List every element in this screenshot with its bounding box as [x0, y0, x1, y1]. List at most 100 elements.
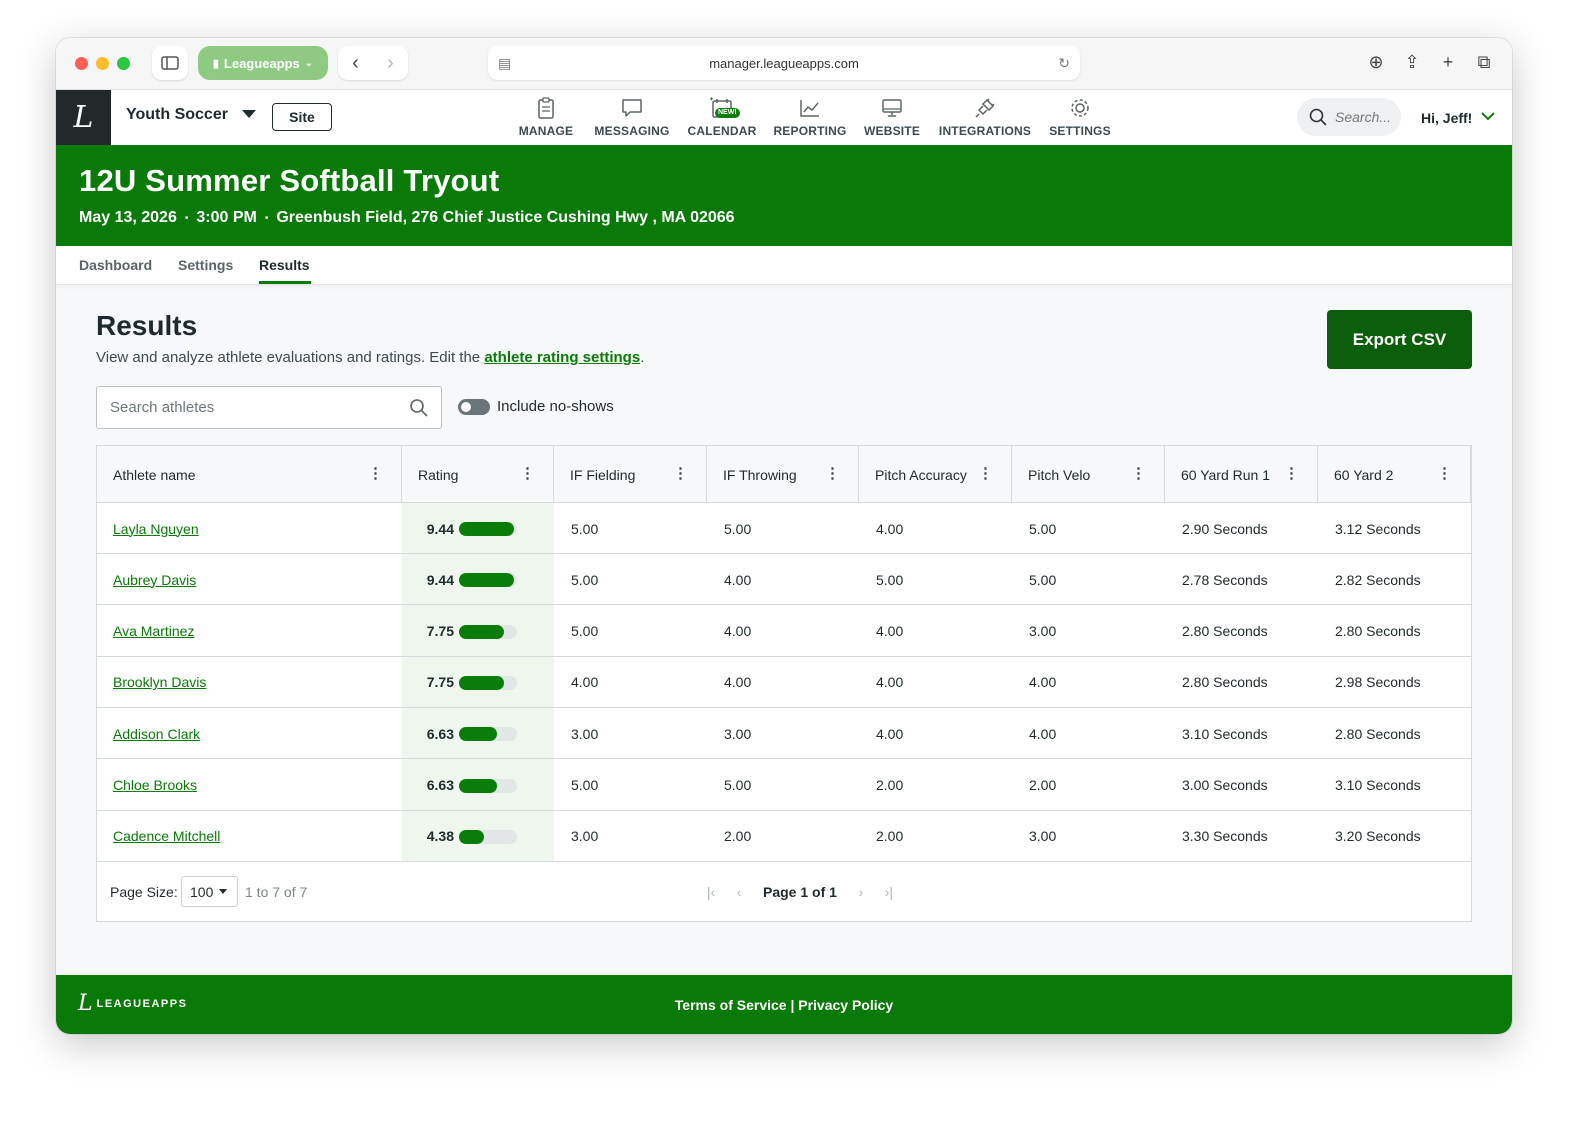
- url-text: manager.leagueapps.com: [709, 55, 859, 71]
- column-header-if-throwing[interactable]: IF Throwing ⋮: [707, 446, 859, 503]
- rating-value: 9.44: [426, 571, 454, 588]
- rating-bar-fill: [459, 727, 498, 742]
- svg-text:✦: ✦: [709, 97, 714, 103]
- column-menu-icon[interactable]: ⋮: [520, 466, 535, 481]
- zoom-window-button[interactable]: [117, 57, 130, 70]
- org-switcher-label[interactable]: Youth Soccer: [126, 106, 228, 124]
- export-csv-button[interactable]: Export CSV: [1327, 310, 1472, 369]
- forward-icon[interactable]: ›: [387, 52, 394, 75]
- column-header-60-yard-run-1[interactable]: 60 Yard Run 1 ⋮: [1165, 446, 1318, 503]
- description-text: View and analyze athlete evaluations and…: [96, 349, 485, 366]
- chevron-down-icon[interactable]: [1480, 108, 1496, 124]
- site-button[interactable]: Site: [272, 103, 332, 131]
- cell-pitch-velo: 5.00: [1029, 520, 1057, 537]
- athlete-name-link[interactable]: Chloe Brooks: [113, 777, 197, 793]
- page-size-value: 100: [190, 883, 214, 900]
- include-no-shows-toggle[interactable]: [458, 399, 490, 415]
- athlete-name-link[interactable]: Aubrey Davis: [113, 572, 196, 588]
- column-menu-icon[interactable]: ⋮: [368, 466, 383, 481]
- close-window-button[interactable]: [75, 57, 88, 70]
- tab-dashboard[interactable]: Dashboard: [79, 257, 152, 273]
- column-label: Rating: [418, 466, 459, 483]
- footer-links[interactable]: Terms of Service | Privacy Policy: [56, 997, 1512, 1013]
- user-menu[interactable]: Hi, Jeff!: [1421, 110, 1472, 126]
- page-title: Results: [96, 310, 198, 341]
- tab-group-button[interactable]: ▮ Leagueapps ⌄: [198, 46, 328, 80]
- event-time: 3:00 PM: [196, 209, 257, 226]
- leagueapps-logo[interactable]: L: [56, 90, 111, 145]
- column-header-60-yard-2[interactable]: 60 Yard 2 ⋮: [1318, 446, 1471, 503]
- column-header-if-fielding[interactable]: IF Fielding ⋮: [554, 446, 707, 503]
- column-header-pitch-velo[interactable]: Pitch Velo ⋮: [1012, 446, 1165, 503]
- athlete-name-link[interactable]: Cadence Mitchell: [113, 828, 220, 844]
- athlete-name-link[interactable]: Layla Nguyen: [113, 521, 199, 537]
- nav-reporting[interactable]: REPORTING: [773, 94, 846, 144]
- athlete-search-placeholder: Search athletes: [110, 399, 215, 416]
- downloads-icon[interactable]: ⊕: [1364, 52, 1388, 73]
- reload-icon[interactable]: ↻: [1058, 55, 1070, 72]
- athlete-search-input[interactable]: Search athletes: [96, 386, 442, 429]
- page-size-select[interactable]: 100: [181, 876, 238, 907]
- tab-overview-icon[interactable]: ⧉: [1472, 52, 1496, 73]
- column-menu-icon[interactable]: ⋮: [1131, 466, 1146, 481]
- cell-pitch-accuracy: 2.00: [876, 828, 904, 845]
- athlete-name-link[interactable]: Brooklyn Davis: [113, 674, 206, 690]
- athlete-name-link[interactable]: Addison Clark: [113, 726, 200, 742]
- nav-settings[interactable]: SETTINGS: [1049, 94, 1111, 144]
- column-menu-icon[interactable]: ⋮: [978, 466, 993, 481]
- nav-messaging[interactable]: MESSAGING: [594, 94, 670, 144]
- athlete-name-link[interactable]: Ava Martinez: [113, 623, 194, 639]
- cell-pitch-velo: 3.00: [1029, 828, 1057, 845]
- cell-pitch-velo: 5.00: [1029, 571, 1057, 588]
- last-page-icon[interactable]: ›|: [875, 884, 903, 900]
- page-description: View and analyze athlete evaluations and…: [96, 349, 644, 366]
- athlete-name-cell: Brooklyn Davis: [113, 657, 206, 708]
- rating-bar-fill: [459, 573, 514, 588]
- back-icon[interactable]: ‹: [352, 52, 359, 75]
- nav-integrations[interactable]: INTEGRATIONS: [939, 94, 1031, 144]
- column-header-rating[interactable]: Rating ⋮: [402, 446, 554, 503]
- nav-website[interactable]: WEBSITE: [864, 94, 920, 144]
- tab-group-label: Leagueapps: [223, 55, 300, 71]
- caret-down-icon: [219, 889, 227, 894]
- cell-pitch-accuracy: 2.00: [876, 777, 904, 793]
- athlete-name-cell: Aubrey Davis: [113, 554, 196, 605]
- athlete-rating-settings-link[interactable]: athlete rating settings: [484, 349, 640, 366]
- lock-icon: ▮: [212, 57, 219, 70]
- minimize-window-button[interactable]: [96, 57, 109, 70]
- address-bar[interactable]: ▤ manager.leagueapps.com ↻: [488, 46, 1080, 80]
- column-header-pitch-accuracy[interactable]: Pitch Accuracy ⋮: [859, 446, 1012, 503]
- first-page-icon[interactable]: |‹: [697, 884, 725, 900]
- tab-results[interactable]: Results: [259, 257, 310, 273]
- tab-settings[interactable]: Settings: [178, 257, 233, 273]
- calendar-icon: ✦ NEW!: [702, 94, 742, 122]
- new-tab-icon[interactable]: +: [1436, 52, 1460, 73]
- column-menu-icon[interactable]: ⋮: [673, 466, 688, 481]
- cell-run2: 2.80 Seconds: [1335, 725, 1421, 742]
- rating-value: 7.75: [426, 674, 454, 691]
- sidebar-toggle-button[interactable]: [152, 46, 188, 80]
- previous-page-icon[interactable]: ‹: [725, 884, 753, 900]
- column-menu-icon[interactable]: ⋮: [1437, 466, 1452, 481]
- column-header-athlete-name[interactable]: Athlete name ⋮: [97, 446, 402, 503]
- nav-calendar[interactable]: ✦ NEW! CALENDAR: [688, 94, 757, 144]
- caret-down-icon[interactable]: [242, 110, 256, 118]
- rating-bar-fill: [459, 522, 514, 536]
- column-menu-icon[interactable]: ⋮: [1284, 466, 1299, 481]
- rating-value: 4.38: [426, 828, 454, 845]
- next-page-icon[interactable]: ›: [847, 884, 875, 900]
- cell-pitch-velo: 3.00: [1029, 623, 1057, 640]
- global-search[interactable]: Search...: [1297, 98, 1401, 136]
- page-settings-icon[interactable]: ▤: [498, 55, 511, 72]
- separator-dot: •: [184, 212, 189, 224]
- nav-manage[interactable]: MANAGE: [518, 94, 574, 144]
- chevron-down-icon: ⌄: [304, 57, 314, 69]
- share-icon[interactable]: ⇪: [1400, 52, 1424, 73]
- column-label: Pitch Velo: [1028, 466, 1091, 483]
- column-menu-icon[interactable]: ⋮: [825, 466, 840, 481]
- cell-run1: 3.30 Seconds: [1182, 828, 1268, 845]
- global-search-placeholder: Search...: [1335, 109, 1392, 125]
- table-row: Chloe Brooks 6.63 5.00 5.00 2.00 2.00 3.00 Sec…: [97, 760, 1471, 811]
- cell-if-throwing: 2.00: [724, 828, 752, 845]
- table-header: Athlete name ⋮ Rating ⋮ IF Fielding ⋮ IF Th…: [97, 446, 1471, 503]
